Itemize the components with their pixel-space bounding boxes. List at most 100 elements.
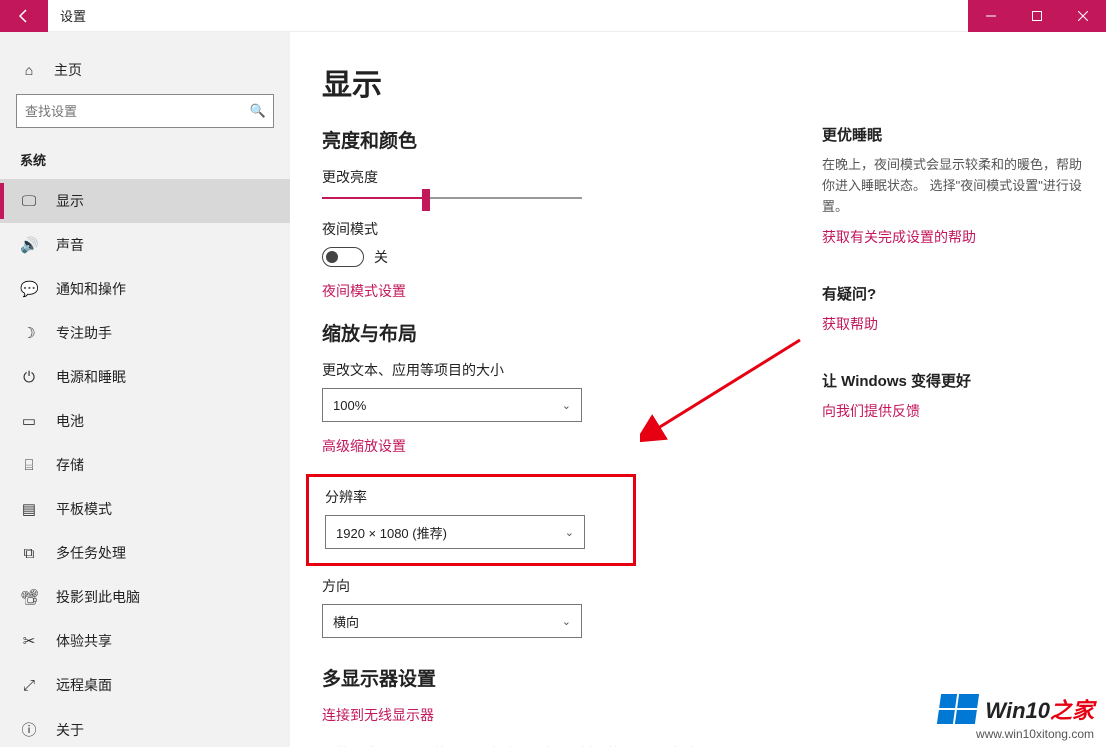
storage-icon: ⌸ [20,457,38,474]
notification-icon: 💬 [20,280,38,298]
resolution-highlight: 分辨率 1920 × 1080 (推荐) ⌄ [306,474,636,566]
tablet-icon: ▤ [20,500,38,518]
advanced-scale-link[interactable]: 高级缩放设置 [322,436,822,456]
sidebar-item-label: 专注助手 [56,323,112,343]
sidebar-item-label: 投影到此电脑 [56,587,140,607]
chevron-down-icon: ⌄ [565,526,574,539]
power-icon: ⏻ [20,369,38,386]
feedback-link[interactable]: 向我们提供反馈 [822,401,1082,421]
sidebar-nav: 🖵 显示 🔊 声音 💬 通知和操作 ☽ 专注助手 ⏻ 电源和睡眠 ▭ 电池 ⌸ 存储 ▤ 平板模… [0,179,290,752]
project-icon: 📽 [20,588,38,606]
sidebar-group-label: 系统 [0,146,290,179]
get-help-link[interactable]: 获取帮助 [822,314,1082,334]
sidebar-item-label: 电池 [56,411,84,431]
sidebar-item-share[interactable]: ✂ 体验共享 [0,619,290,663]
display-icon: 🖵 [20,193,38,210]
maximize-button[interactable] [1014,0,1060,32]
sidebar-item-label: 通知和操作 [56,279,126,299]
sidebar-item-display[interactable]: 🖵 显示 [0,179,290,223]
sidebar-item-about[interactable]: ⓘ 关于 [0,707,290,752]
section-brightness: 亮度和颜色 [322,126,822,153]
chevron-down-icon: ⌄ [562,615,571,628]
watermark-url: www.win10xitong.com [939,727,1094,741]
search-input[interactable] [17,104,243,119]
watermark-brand-zh: 之家 [1050,698,1094,723]
question-title: 有疑问? [822,283,1082,304]
scale-label: 更改文本、应用等项目的大小 [322,360,822,380]
sidebar-item-sound[interactable]: 🔊 声音 [0,223,290,267]
slider-track [426,197,582,199]
close-button[interactable] [1060,0,1106,32]
search-icon: 🔍 [243,103,273,119]
minimize-button[interactable] [968,0,1014,32]
watermark-brand-en: Win10 [985,698,1050,723]
about-icon: ⓘ [20,719,38,740]
scale-value: 100% [333,398,366,413]
sidebar-item-multitask[interactable]: ⧉ 多任务处理 [0,531,290,575]
orientation-dropdown[interactable]: 横向 ⌄ [322,604,582,638]
home-label: 主页 [54,60,82,80]
watermark: Win10之家 www.win10xitong.com [939,693,1094,741]
share-icon: ✂ [20,632,38,650]
wireless-display-link[interactable]: 连接到无线显示器 [322,705,822,725]
brightness-label: 更改亮度 [322,167,822,187]
night-light-toggle[interactable] [322,247,364,267]
home-icon: ⌂ [20,62,38,78]
sidebar-item-label: 显示 [56,191,84,211]
sidebar-item-notifications[interactable]: 💬 通知和操作 [0,267,290,311]
minimize-icon [986,11,996,21]
main-content: 显示 亮度和颜色 更改亮度 夜间模式 关 夜间模式设置 缩放与布局 更改文本、应… [322,60,822,747]
maximize-icon [1032,11,1042,21]
sidebar-item-label: 体验共享 [56,631,112,651]
close-icon [1078,11,1088,21]
window-title: 设置 [48,6,86,25]
sleep-help-link[interactable]: 获取有关完成设置的帮助 [822,227,1082,247]
sidebar-item-storage[interactable]: ⌸ 存储 [0,443,290,487]
page-title: 显示 [322,60,822,104]
slider-thumb[interactable] [422,189,430,211]
multi-desc: 一些旧式显示器可能不会进行自动连接，选择"检测"即可尝试手动连接。 [322,743,752,747]
toggle-knob [326,251,338,263]
sidebar-item-battery[interactable]: ▭ 电池 [0,399,290,443]
sidebar-item-label: 关于 [56,720,84,740]
scale-dropdown[interactable]: 100% ⌄ [322,388,582,422]
focus-icon: ☽ [20,324,38,342]
section-scale: 缩放与布局 [322,319,822,346]
home-link[interactable]: ⌂ 主页 [0,52,290,94]
sidebar-item-focus[interactable]: ☽ 专注助手 [0,311,290,355]
windows-logo-icon [937,694,979,724]
better-title: 让 Windows 变得更好 [822,370,1082,391]
brightness-slider[interactable] [322,197,582,199]
sidebar-item-power[interactable]: ⏻ 电源和睡眠 [0,355,290,399]
sidebar-item-project[interactable]: 📽 投影到此电脑 [0,575,290,619]
sidebar-item-tablet[interactable]: ▤ 平板模式 [0,487,290,531]
sidebar-item-label: 存储 [56,455,84,475]
toggle-state: 关 [374,247,388,267]
sidebar-item-label: 平板模式 [56,499,112,519]
chevron-down-icon: ⌄ [562,399,571,412]
section-multi: 多显示器设置 [322,664,822,691]
sidebar-item-label: 声音 [56,235,84,255]
sidebar-item-label: 电源和睡眠 [56,367,126,387]
night-light-label: 夜间模式 [322,219,822,239]
sidebar-item-label: 远程桌面 [56,675,112,695]
sound-icon: 🔊 [20,236,38,254]
sidebar-item-remote[interactable]: ⤢ 远程桌面 [0,663,290,707]
resolution-label: 分辨率 [325,487,633,507]
search-box[interactable]: 🔍 [16,94,274,128]
side-panel: 更优睡眠 在晚上，夜间模式会显示较柔和的暖色，帮助你进入睡眠状态。 选择"夜间模… [822,60,1082,747]
orientation-label: 方向 [322,576,822,596]
sidebar-item-label: 多任务处理 [56,543,126,563]
back-button[interactable] [0,0,48,32]
sidebar: ⌂ 主页 🔍 系统 🖵 显示 🔊 声音 💬 通知和操作 ☽ 专注助手 ⏻ 电源和睡眠 ▭ 电… [0,32,290,747]
arrow-left-icon [16,8,32,24]
night-light-settings-link[interactable]: 夜间模式设置 [322,281,822,301]
battery-icon: ▭ [20,412,38,430]
sleep-title: 更优睡眠 [822,124,1082,145]
multitask-icon: ⧉ [20,545,38,562]
window-controls [968,0,1106,32]
remote-icon: ⤢ [20,677,38,694]
title-bar: 设置 [0,0,1106,32]
resolution-dropdown[interactable]: 1920 × 1080 (推荐) ⌄ [325,515,585,549]
sleep-desc: 在晚上，夜间模式会显示较柔和的暖色，帮助你进入睡眠状态。 选择"夜间模式设置"进… [822,155,1082,217]
